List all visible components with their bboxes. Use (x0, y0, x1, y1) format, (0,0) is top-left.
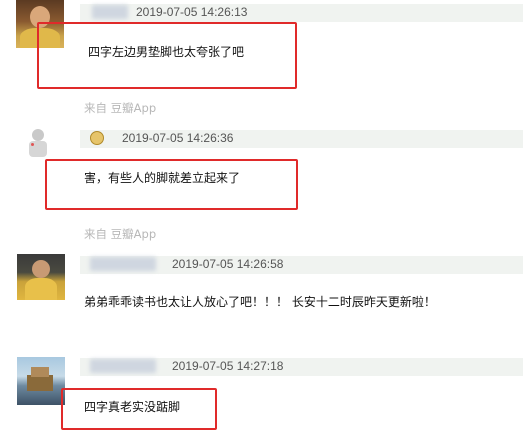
comment-source[interactable]: 来自 豆瓣App (84, 100, 156, 116)
highlight-box (61, 388, 217, 430)
username[interactable] (92, 5, 128, 19)
comment-timestamp[interactable]: 2019-07-05 14:26:13 (136, 5, 247, 19)
comment-text: 弟弟乖乖读书也太让人放心了吧！！！ 长安十二时辰昨天更新啦！ (84, 295, 436, 309)
username[interactable] (90, 257, 156, 271)
comment-timestamp[interactable]: 2019-07-05 14:26:36 (122, 131, 233, 145)
comment-source[interactable]: 来自 豆瓣App (84, 226, 156, 242)
user-badge-icon (90, 131, 104, 145)
highlight-box (37, 22, 297, 89)
username[interactable] (90, 359, 156, 373)
comment-timestamp[interactable]: 2019-07-05 14:26:58 (172, 257, 283, 271)
avatar[interactable] (17, 254, 65, 300)
avatar[interactable] (17, 357, 65, 405)
highlight-box (45, 159, 298, 210)
avatar[interactable] (23, 127, 53, 161)
comment-timestamp[interactable]: 2019-07-05 14:27:18 (172, 359, 283, 373)
